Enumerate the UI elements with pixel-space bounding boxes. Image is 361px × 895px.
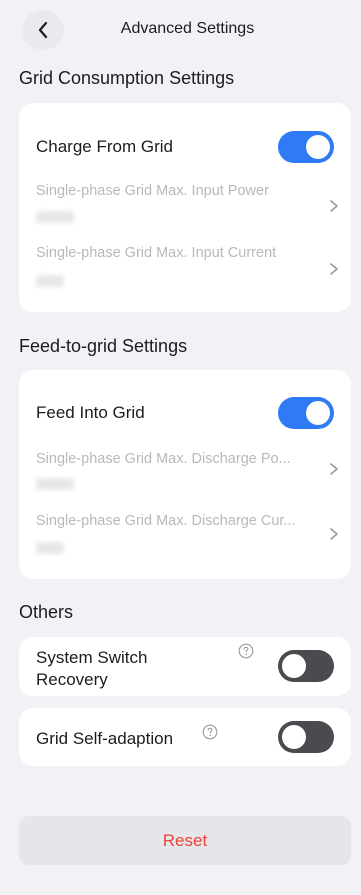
max-input-power-label: Single-phase Grid Max. Input Power	[36, 183, 269, 199]
chevron-right-icon	[330, 200, 338, 212]
toggle-knob	[282, 654, 306, 678]
help-icon[interactable]	[202, 724, 218, 740]
section-title-feed-to-grid: Feed-to-grid Settings	[19, 336, 188, 356]
chevron-right-icon	[330, 528, 338, 540]
toggle-knob	[282, 725, 306, 749]
section-title-others: Others	[19, 602, 74, 622]
grid-self-adaption-toggle[interactable]	[278, 721, 334, 753]
max-input-current-value	[36, 275, 64, 287]
max-input-current-label: Single-phase Grid Max. Input Current	[36, 245, 277, 261]
grid-self-adaption-label: Grid Self-adaption	[36, 729, 174, 748]
max-discharge-current-value	[36, 542, 64, 554]
toggle-knob	[306, 401, 330, 425]
chevron-right-icon	[330, 463, 338, 475]
grid-consumption-card: Charge From Grid Single-phase Grid Max. …	[19, 103, 351, 312]
system-switch-recovery-card: System Switch Recovery	[19, 637, 351, 696]
header: Advanced Settings	[0, 8, 361, 52]
max-discharge-power-label: Single-phase Grid Max. Discharge Po...	[36, 451, 291, 467]
page-title: Advanced Settings	[120, 20, 255, 37]
help-icon[interactable]	[238, 643, 254, 659]
chevron-right-icon	[330, 263, 338, 275]
max-discharge-current-label: Single-phase Grid Max. Discharge Cur...	[36, 513, 296, 529]
grid-self-adaption-card: Grid Self-adaption	[19, 708, 351, 766]
system-switch-recovery-label: System Switch Recovery	[36, 648, 148, 689]
feed-to-grid-card: Feed Into Grid Single-phase Grid Max. Di…	[19, 370, 351, 579]
max-discharge-power-value	[36, 478, 74, 490]
charge-from-grid-toggle[interactable]	[278, 131, 334, 163]
reset-button[interactable]: Reset	[19, 816, 351, 865]
feed-into-grid-toggle[interactable]	[278, 397, 334, 429]
system-switch-recovery-toggle[interactable]	[278, 650, 334, 682]
max-input-power-value	[36, 211, 74, 223]
feed-into-grid-label: Feed Into Grid	[36, 403, 145, 422]
toggle-knob	[306, 135, 330, 159]
section-title-grid-consumption: Grid Consumption Settings	[19, 68, 235, 88]
charge-from-grid-label: Charge From Grid	[36, 137, 173, 156]
